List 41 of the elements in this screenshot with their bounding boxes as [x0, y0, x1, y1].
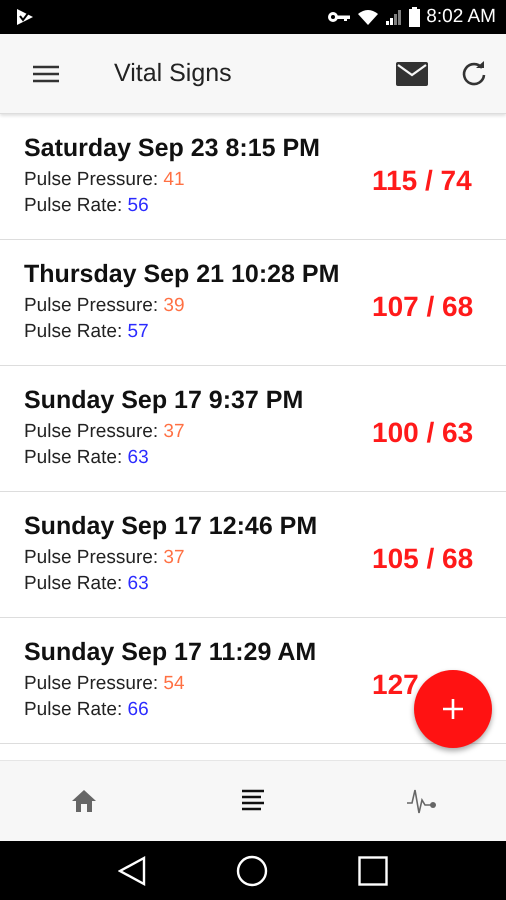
home-icon: [71, 789, 98, 813]
pulse-pressure: Pulse Pressure: 54: [24, 672, 186, 696]
blood-pressure: 105 / 68: [372, 542, 474, 574]
home-circle-icon: [236, 854, 268, 886]
reading-date: Sunday Sep 17 9:37 PM: [24, 386, 304, 415]
blood-pressure: 127: [372, 668, 420, 700]
recents-icon: [358, 856, 388, 886]
back-icon: [118, 856, 146, 886]
pulse-rate: Pulse Rate: 57: [24, 320, 150, 344]
pulse-icon: [406, 787, 438, 815]
plus-icon: [443, 699, 463, 719]
pulse-rate: Pulse Rate: 63: [24, 446, 150, 470]
blood-pressure: 115 / 74: [372, 164, 473, 196]
envelope-icon: [396, 62, 428, 86]
status-time: 8:02 AM: [426, 6, 496, 28]
app-notification-icon: [16, 8, 34, 26]
pulse-rate: Pulse Rate: 63: [24, 572, 150, 596]
menu-icon: [33, 64, 59, 82]
pulse-rate: Pulse Rate: 56: [24, 194, 150, 218]
refresh-icon: [461, 60, 487, 86]
screen-title: Vital Signs: [114, 59, 233, 88]
pulse-rate: Pulse Rate: 66: [24, 698, 150, 722]
wifi-icon: [357, 8, 380, 26]
reading-row[interactable]: Saturday Sep 23 8:15 PM Pulse Pressure: 41 Pulse Rate: 56 115 / 74: [0, 114, 506, 240]
reading-row[interactable]: Sunday Sep 17 12:46 PM Pulse Pressure: 37 Pulse Rate: 63 105 / 68: [0, 492, 506, 618]
key-icon: [327, 11, 352, 23]
reading-date: Saturday Sep 23 8:15 PM: [24, 134, 321, 163]
reading-date: Thursday Sep 21 10:28 PM: [24, 260, 340, 289]
list-icon: [241, 789, 265, 813]
reading-date: Sunday Sep 17 12:46 PM: [24, 512, 318, 541]
reading-date: Sunday Sep 17 11:29 AM: [24, 638, 318, 667]
pulse-pressure: Pulse Pressure: 37: [24, 546, 186, 570]
blood-pressure: 100 / 63: [372, 416, 474, 448]
pulse-pressure: Pulse Pressure: 39: [24, 294, 186, 318]
reading-row[interactable]: Thursday Sep 21 10:28 PM Pulse Pressure: 39 Pulse Rate: 57 107 / 68: [0, 240, 506, 366]
pulse-pressure: Pulse Pressure: 37: [24, 420, 186, 444]
blood-pressure: 107 / 68: [372, 290, 474, 322]
pulse-pressure: Pulse Pressure: 41: [24, 168, 186, 192]
battery-icon: [409, 7, 420, 27]
signal-icon: [385, 8, 404, 26]
reading-row[interactable]: Sunday Sep 17 9:37 PM Pulse Pressure: 37 Pulse Rate: 63 100 / 63: [0, 366, 506, 492]
